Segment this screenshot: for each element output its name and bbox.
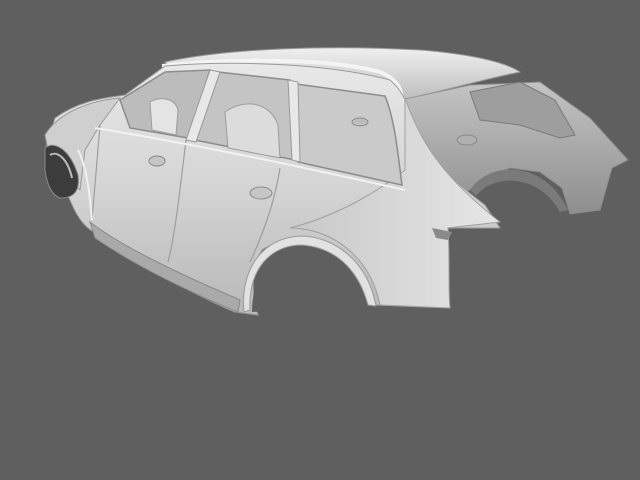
far-door-handle — [456, 134, 478, 146]
car-body-shell-render — [44, 47, 629, 316]
rear-window-latch — [351, 117, 369, 127]
seat-back-front — [149, 98, 179, 136]
front-door-handle — [148, 155, 166, 167]
render-viewport — [0, 0, 640, 480]
rear-door-handle — [249, 186, 273, 200]
